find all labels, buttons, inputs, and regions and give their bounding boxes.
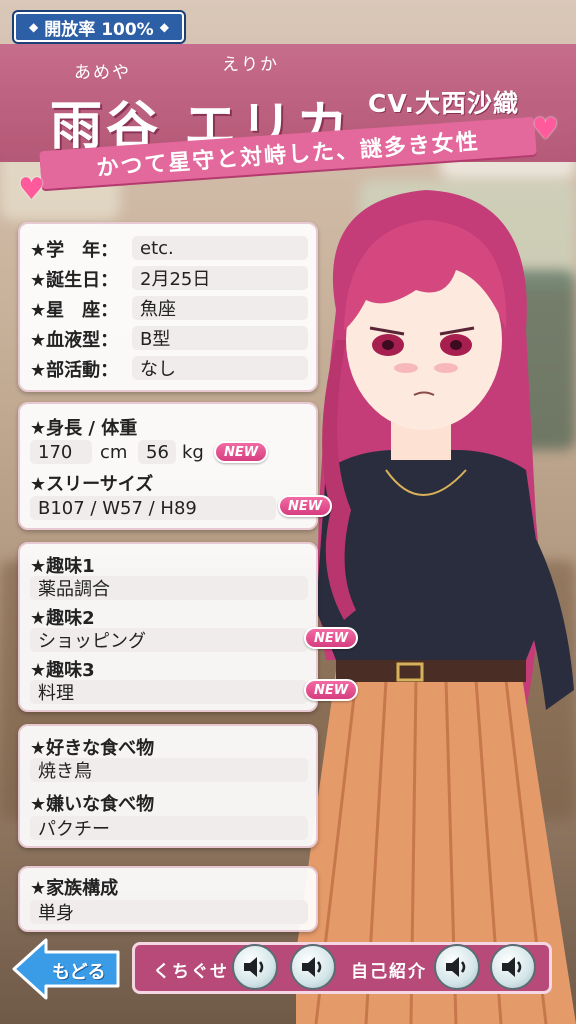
sign-row: ★星 座： (30, 296, 118, 322)
disliked-food-label: ★嫌いな食べ物 (30, 794, 155, 815)
speaker-icon (244, 957, 264, 977)
speaker-icon (502, 957, 522, 977)
new-badge: NEW (214, 441, 269, 463)
grade-value: etc. (132, 236, 308, 260)
club-row: ★部活動： (30, 356, 118, 382)
sign-value: 魚座 (132, 296, 308, 320)
family-value: 単身 (30, 900, 308, 924)
name-ruby-given: えりか (222, 55, 279, 75)
heart-icon: ♥ (18, 172, 45, 207)
new-badge: NEW (304, 679, 359, 701)
three-sizes-value: B107 / W57 / H89 (30, 496, 276, 520)
back-label: もどる (52, 962, 106, 983)
family-label: ★家族構成 (30, 878, 119, 899)
self-intro-voice-button-2[interactable] (490, 944, 536, 990)
height-weight-row: ★身長 / 体重 (30, 414, 137, 440)
blood-row: ★血液型： (30, 326, 118, 352)
voice-bar: くちぐせ 自己紹介 (132, 942, 552, 994)
self-intro-label: 自己紹介 (351, 962, 427, 982)
self-intro-voice-button-1[interactable] (434, 944, 480, 990)
heart-icon: ♥ (532, 112, 559, 147)
open-rate-badge: ◆ 開放率 100% ◆ (14, 12, 184, 42)
blood-label: ★血液型： (30, 330, 119, 351)
food-panel: ★好きな食べ物 焼き鳥 ★嫌いな食べ物 パクチー (18, 724, 318, 848)
diamond-icon: ◆ (29, 20, 39, 34)
height-unit: cm (100, 442, 127, 463)
weight-value: 56 (138, 440, 176, 464)
height-unit-text: cm (100, 442, 128, 463)
club-value: なし (132, 356, 308, 380)
hobby1-value: 薬品調合 (30, 576, 308, 600)
sign-label: ★星 座： (30, 300, 119, 321)
new-badge: NEW (304, 627, 359, 649)
height-weight-label: ★身長 / 体重 (30, 418, 138, 439)
body-stats-panel: ★身長 / 体重 170 cm 56 kg NEW ★スリーサイズ B107 /… (18, 402, 333, 530)
speaker-icon (446, 957, 466, 977)
open-rate-text: 開放率 100% (44, 19, 154, 40)
voice-actor: CV.大西沙織 (368, 89, 519, 118)
basic-profile-panel: ★学 年： etc. ★誕生日： 2月25日 ★星 座： 魚座 ★血液型： B型… (18, 222, 318, 392)
hobby3-value: 料理 (30, 680, 308, 704)
back-button[interactable]: もどる (12, 938, 122, 1000)
speaker-icon (302, 957, 322, 977)
family-panel: ★家族構成 単身 (18, 866, 318, 932)
weight-unit: kg (182, 442, 204, 463)
three-sizes-label: ★スリーサイズ (30, 474, 154, 495)
height-value: 170 (30, 440, 92, 464)
catchphrase-voice-button-1[interactable] (232, 944, 278, 990)
diamond-icon: ◆ (159, 20, 169, 34)
club-label: ★部活動： (30, 360, 119, 381)
disliked-food-value: パクチー (30, 816, 308, 840)
birthday-row: ★誕生日： (30, 266, 118, 292)
catchphrase-label: くちぐせ (153, 962, 229, 982)
grade-row: ★学 年： (30, 236, 118, 262)
blood-value: B型 (132, 326, 308, 350)
family-row: ★家族構成 (30, 874, 118, 900)
grade-label: ★学 年： (30, 240, 119, 261)
birthday-value: 2月25日 (132, 266, 308, 290)
birthday-label: ★誕生日： (30, 270, 119, 291)
hobby2-value: ショッピング (30, 628, 308, 652)
weight-unit-text: kg (182, 442, 204, 463)
hobbies-panel: ★趣味1 薬品調合 ★趣味2 ショッピング NEW ★趣味3 料理 NEW (18, 542, 359, 712)
new-badge: NEW (278, 495, 333, 517)
character-illustration (286, 190, 576, 1024)
three-sizes-row: ★スリーサイズ (30, 470, 153, 496)
disliked-food-row: ★嫌いな食べ物 (30, 790, 154, 816)
catchphrase-voice-button-2[interactable] (290, 944, 336, 990)
name-ruby-family: あめや (74, 63, 131, 83)
liked-food-value: 焼き鳥 (30, 758, 308, 782)
